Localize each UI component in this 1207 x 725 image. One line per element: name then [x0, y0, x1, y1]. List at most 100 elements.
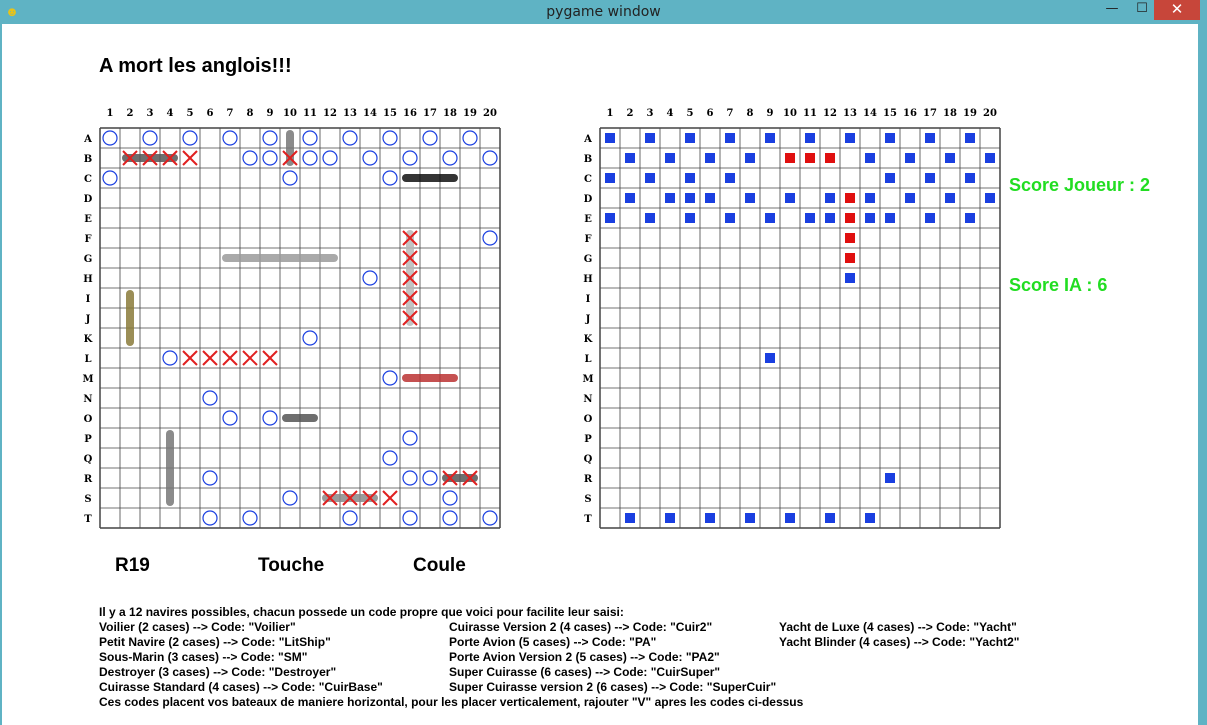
row-label: A — [83, 134, 92, 145]
shot-miss-marker — [745, 153, 755, 163]
row-label: I — [86, 294, 91, 305]
shot-hit-marker — [785, 153, 795, 163]
miss-marker — [442, 490, 458, 506]
row-label: F — [584, 234, 591, 245]
row-label: O — [584, 414, 593, 425]
row-label: R — [584, 474, 593, 485]
shot-miss-marker — [965, 173, 975, 183]
miss-marker — [422, 130, 438, 146]
row-label: C — [584, 174, 592, 185]
miss-marker — [482, 150, 498, 166]
row-label: I — [586, 294, 591, 305]
column-label: 18 — [943, 108, 957, 119]
row-label: M — [82, 374, 93, 385]
column-label: 12 — [823, 108, 837, 119]
shot-miss-marker — [845, 133, 855, 143]
miss-marker — [382, 170, 398, 186]
row-label: L — [584, 354, 591, 365]
column-label: 15 — [883, 108, 897, 119]
info-outro: Ces codes placent vos bateaux de maniere… — [99, 695, 804, 709]
shot-miss-marker — [865, 193, 875, 203]
miss-marker — [462, 130, 478, 146]
player-grid-lines — [99, 127, 501, 529]
window-titlebar[interactable]: ☻ pygame window — ☐ ✕ — [0, 0, 1207, 24]
row-label: K — [84, 334, 93, 345]
column-label: 11 — [803, 108, 817, 119]
shot-miss-marker — [865, 153, 875, 163]
miss-marker — [202, 510, 218, 526]
shot-miss-marker — [705, 193, 715, 203]
miss-marker — [262, 150, 278, 166]
minimize-button[interactable]: — — [1097, 0, 1127, 20]
row-label: P — [584, 434, 592, 445]
column-label: 11 — [303, 108, 317, 119]
row-label: S — [84, 494, 91, 505]
shot-hit-marker — [845, 213, 855, 223]
column-label: 10 — [283, 108, 297, 119]
column-label: 12 — [323, 108, 337, 119]
row-label: N — [583, 394, 592, 405]
sunk-label: Coule — [413, 555, 466, 576]
shot-miss-marker — [785, 513, 795, 523]
maximize-button[interactable]: ☐ — [1127, 0, 1157, 20]
shot-miss-marker — [925, 133, 935, 143]
column-label: 14 — [363, 108, 377, 119]
info-line: Destroyer (3 cases) --> Code: "Destroyer… — [99, 665, 337, 679]
shot-miss-marker — [605, 133, 615, 143]
miss-marker — [402, 150, 418, 166]
miss-marker — [382, 370, 398, 386]
miss-marker — [162, 350, 178, 366]
shot-miss-marker — [725, 133, 735, 143]
shot-miss-marker — [805, 213, 815, 223]
shot-miss-marker — [785, 193, 795, 203]
hit-marker — [242, 350, 258, 366]
miss-marker — [362, 270, 378, 286]
column-label: 10 — [783, 108, 797, 119]
ship-codes-info: Il y a 12 navires possibles, chacun poss… — [99, 605, 1099, 715]
miss-marker — [382, 130, 398, 146]
hit-marker — [222, 350, 238, 366]
shot-miss-marker — [665, 153, 675, 163]
enemy-board[interactable]: 1 2 3 4 5 6 7 8 9 10 11 12 13 14 15 16 17 18 19 20ABCDEFGHI… — [578, 100, 1003, 530]
row-label: M — [582, 374, 593, 385]
shot-miss-marker — [825, 193, 835, 203]
column-label: 16 — [403, 108, 417, 119]
shot-miss-marker — [825, 513, 835, 523]
ship-cruiser-g — [222, 254, 338, 262]
miss-marker — [482, 510, 498, 526]
shot-miss-marker — [625, 153, 635, 163]
info-line: Yacht Blinder (4 cases) --> Code: "Yacht… — [779, 635, 1020, 649]
info-line: Porte Avion (5 cases) --> Code: "PA" — [449, 635, 657, 649]
miss-marker — [422, 470, 438, 486]
miss-marker — [102, 170, 118, 186]
close-button[interactable]: ✕ — [1154, 0, 1200, 20]
shot-hit-marker — [845, 253, 855, 263]
row-label: H — [583, 274, 592, 285]
row-label: E — [584, 214, 592, 225]
info-line: Petit Navire (2 cases) --> Code: "LitShi… — [99, 635, 331, 649]
row-label: Q — [584, 454, 593, 465]
info-line: Cuirasse Standard (4 cases) --> Code: "C… — [99, 680, 383, 694]
shot-miss-marker — [885, 173, 895, 183]
column-label: 5 — [187, 108, 194, 119]
miss-marker — [482, 230, 498, 246]
row-label: B — [84, 154, 92, 165]
player-board[interactable]: 1 2 3 4 5 6 7 8 9 10 11 12 13 14 15 16 17 18 19 20ABCDEFGHI… — [78, 100, 503, 530]
miss-marker — [442, 510, 458, 526]
column-label: 7 — [227, 108, 234, 119]
row-label: F — [84, 234, 91, 245]
ship-sub-c — [402, 174, 458, 182]
column-label: 17 — [923, 108, 937, 119]
shot-miss-marker — [745, 513, 755, 523]
info-line: Super Cuirasse (6 cases) --> Code: "Cuir… — [449, 665, 721, 679]
enemy-grid-lines — [599, 127, 1001, 529]
column-label: 9 — [767, 108, 774, 119]
shot-miss-marker — [825, 213, 835, 223]
shot-miss-marker — [865, 213, 875, 223]
row-label: G — [584, 254, 593, 265]
column-label: 16 — [903, 108, 917, 119]
miss-marker — [142, 130, 158, 146]
miss-marker — [282, 170, 298, 186]
shot-miss-marker — [765, 213, 775, 223]
row-label: J — [585, 314, 591, 325]
